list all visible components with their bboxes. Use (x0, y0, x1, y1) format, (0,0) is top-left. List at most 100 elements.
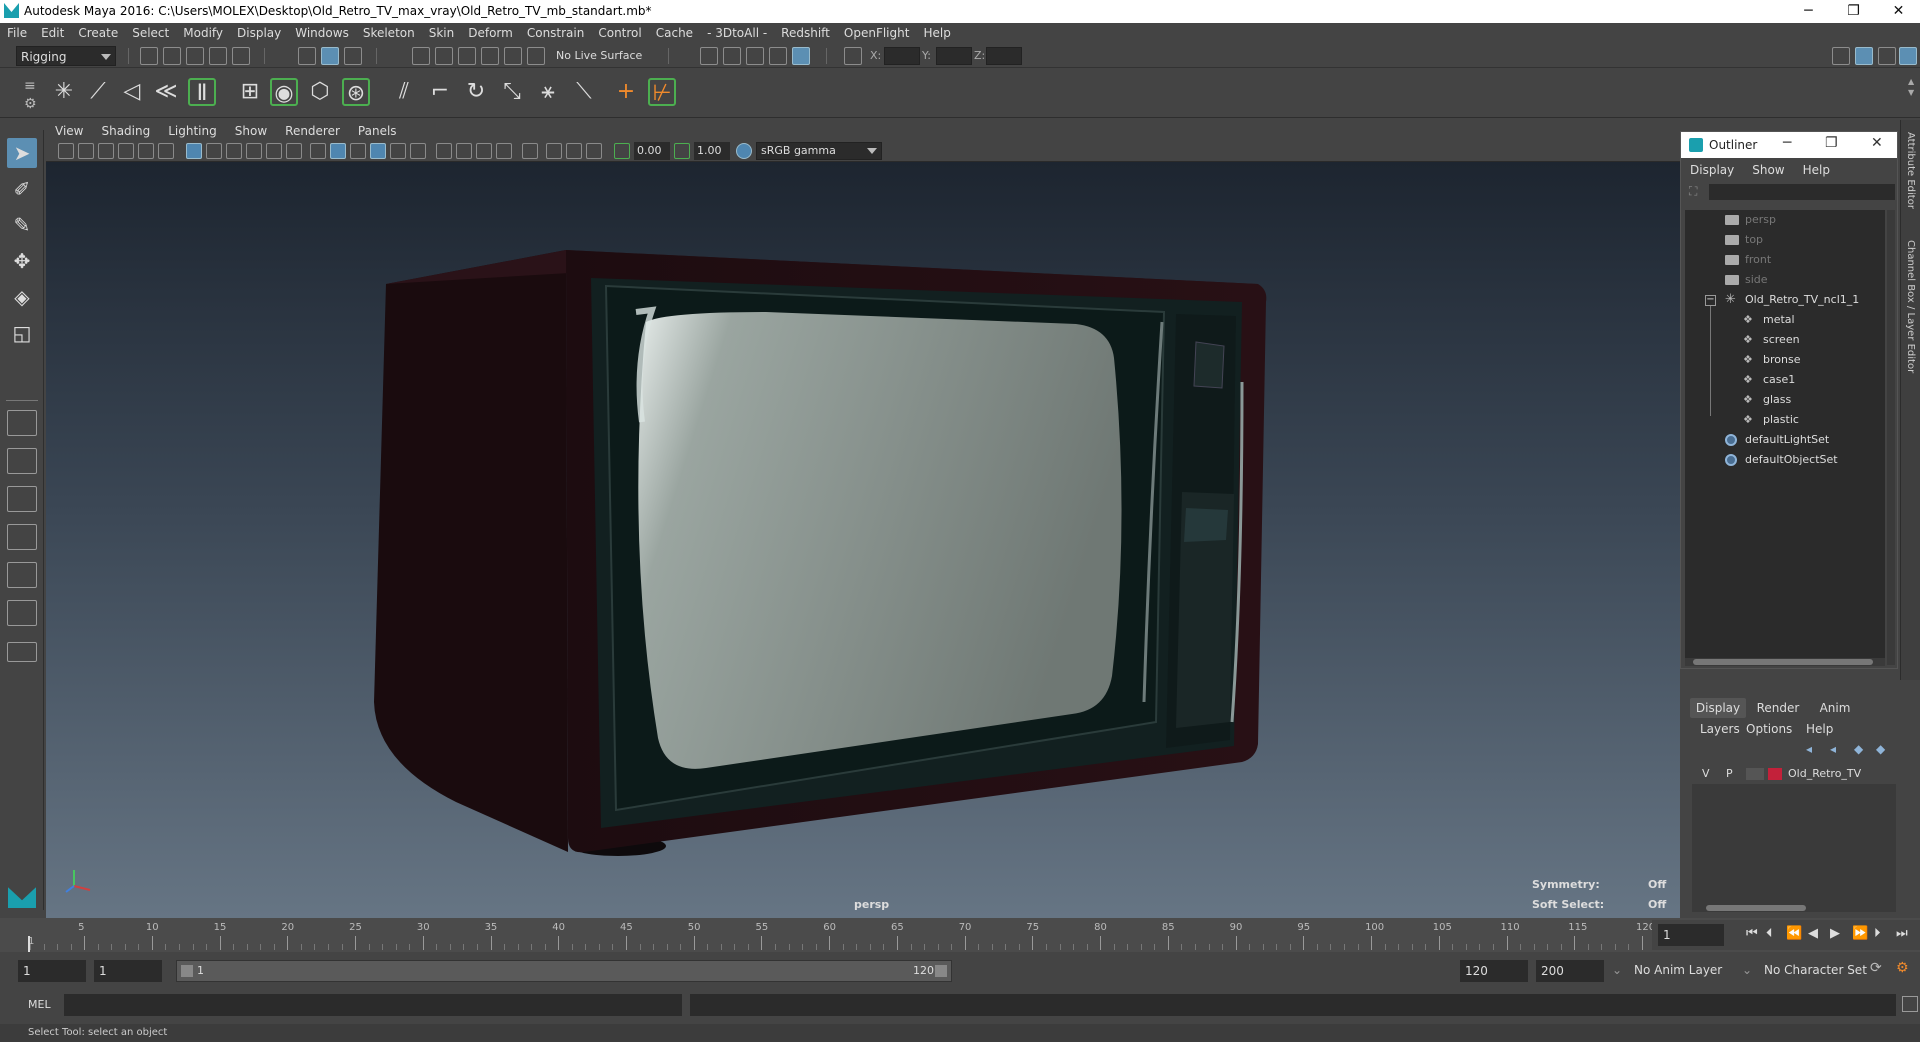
bookmark-icon[interactable] (98, 143, 114, 159)
shelf-scroll-icon[interactable]: ▲ ▼ (1908, 76, 1918, 110)
scroll-thumb[interactable] (1706, 905, 1806, 911)
exposure-icon[interactable] (614, 143, 630, 159)
outliner-item-side[interactable]: side (1685, 270, 1881, 290)
resolution-gate-icon[interactable] (226, 143, 242, 159)
layer-menu-layers[interactable]: Layers (1700, 722, 1740, 736)
render-settings-icon[interactable] (769, 47, 787, 65)
snap-curve-icon[interactable] (435, 47, 453, 65)
viewport-menu-show[interactable]: Show (226, 122, 276, 140)
range-start-handle[interactable] (181, 965, 193, 977)
exposure-input[interactable]: 0.00 (634, 142, 670, 160)
insert-joint-icon[interactable]: ⟋ (84, 78, 112, 106)
shadows-icon[interactable] (410, 143, 426, 159)
outliner-item-metal[interactable]: ❖ metal (1685, 310, 1881, 330)
snap-magnet-icon[interactable] (527, 47, 545, 65)
lasso-tool-icon[interactable]: ✐ (7, 174, 37, 204)
outliner-minimize-button[interactable]: ─ (1783, 135, 1791, 151)
filter-icon[interactable]: ⛶ (1689, 184, 1697, 199)
viewport-menu-shading[interactable]: Shading (92, 122, 159, 140)
locator-icon[interactable]: + (612, 78, 640, 106)
collapse-toggle-icon[interactable]: − (1705, 295, 1716, 306)
create-joints-icon[interactable]: ✳ (50, 78, 78, 106)
time-slider[interactable]: 1 5 10 15 20 25 30 35 40 45 50 55 60 65 70 75 80 85 90 95 1… (0, 918, 1920, 952)
modeling-toolkit-icon[interactable] (1832, 47, 1850, 65)
outliner-close-button[interactable]: ✕ (1871, 135, 1883, 151)
menu-redshift[interactable]: Redshift (774, 23, 837, 44)
layer-menu-help[interactable]: Help (1806, 722, 1833, 736)
point-constraint-icon[interactable]: ⌐ (426, 78, 454, 106)
transform-mode-icon[interactable] (844, 47, 862, 65)
save-scene-icon[interactable] (186, 47, 204, 65)
paint-select-tool-icon[interactable]: ✎ (7, 210, 37, 240)
lattice-icon[interactable]: ⬡ (306, 78, 334, 106)
shelf-menu-icon[interactable]: ≡ (24, 78, 36, 94)
side-by-side-layout-icon[interactable] (7, 486, 37, 512)
textured-icon[interactable] (370, 143, 386, 159)
layout-options-icon[interactable] (7, 642, 37, 662)
new-scene-icon[interactable] (140, 47, 158, 65)
step-forward-frame-icon[interactable]: ⏵ (1874, 926, 1881, 941)
attribute-editor-tab[interactable]: Attribute Editor (1905, 132, 1916, 209)
new-layer-selected-icon[interactable]: ◆ (1876, 742, 1885, 756)
viewport-menu-renderer[interactable]: Renderer (276, 122, 349, 140)
menu-constrain[interactable]: Constrain (520, 23, 592, 44)
depth-of-field-icon[interactable] (496, 143, 512, 159)
outliner-restore-button[interactable]: ❐ (1825, 135, 1838, 151)
outliner-menu-show[interactable]: Show (1743, 160, 1793, 180)
menu-3dtoall[interactable]: - 3DtoAll - (700, 23, 774, 44)
step-back-frame-icon[interactable]: ⏴ (1766, 926, 1773, 941)
anim-layer-dropdown[interactable]: No Anim Layer (1634, 963, 1722, 977)
multisample-aa-icon[interactable] (476, 143, 492, 159)
move-tool-icon[interactable]: ✥ (7, 246, 37, 276)
current-frame-input[interactable]: 1 (1658, 924, 1724, 946)
close-button[interactable]: ✕ (1876, 0, 1920, 23)
snap-view-plane-icon[interactable] (481, 47, 499, 65)
move-layer-down-icon[interactable]: ◂ (1830, 742, 1836, 756)
menu-windows[interactable]: Windows (288, 23, 356, 44)
viewport-menu-lighting[interactable]: Lighting (159, 122, 226, 140)
ik-spline-icon[interactable]: ≪ (152, 78, 180, 106)
outliner-item-screen[interactable]: ❖ screen (1685, 330, 1881, 350)
menu-openflight[interactable]: OpenFlight (837, 23, 917, 44)
motion-blur-icon[interactable] (456, 143, 472, 159)
menu-file[interactable]: File (0, 23, 34, 44)
outliner-item-old-retro-tv-group[interactable]: − ✳ Old_Retro_TV_ncl1_1 (1685, 290, 1881, 310)
select-component-icon[interactable] (344, 47, 362, 65)
menu-skeleton[interactable]: Skeleton (356, 23, 422, 44)
outliner-vertical-scrollbar[interactable] (1887, 210, 1895, 665)
step-forward-key-icon[interactable]: ⏩ (1852, 926, 1868, 941)
gamma-icon[interactable] (674, 143, 690, 159)
menu-select[interactable]: Select (125, 23, 176, 44)
viewport-menu-panels[interactable]: Panels (349, 122, 406, 140)
pole-vector-icon[interactable]: ⟍ (570, 78, 598, 106)
play-forwards-icon[interactable]: ▶ (1830, 926, 1840, 941)
use-all-lights-icon[interactable] (390, 143, 406, 159)
outliner-item-default-light-set[interactable]: defaultLightSet (1685, 430, 1881, 450)
hik-icon[interactable]: ⊬ (648, 78, 676, 106)
redo-icon[interactable] (232, 47, 250, 65)
animation-end-input[interactable]: 200 (1536, 960, 1604, 982)
go-to-start-icon[interactable]: ⏮ (1746, 926, 1758, 941)
menu-edit[interactable]: Edit (34, 23, 71, 44)
render-sequence-icon[interactable] (723, 47, 741, 65)
layer-color-swatch[interactable] (1768, 768, 1782, 780)
command-input[interactable] (64, 994, 682, 1016)
parent-constraint-icon[interactable]: ⫽ (390, 78, 418, 106)
playback-end-input[interactable]: 120 (1460, 960, 1528, 982)
four-view-layout-icon[interactable] (7, 448, 37, 474)
outliner-persp-layout-icon[interactable] (7, 600, 37, 626)
select-camera-icon[interactable] (58, 143, 74, 159)
quick-rig-icon[interactable]: Ⅱ (188, 78, 216, 106)
outliner-item-top[interactable]: top (1685, 230, 1881, 250)
2d-pan-zoom-icon[interactable] (138, 143, 154, 159)
outliner-item-glass[interactable]: ❖ glass (1685, 390, 1881, 410)
xray-joints-icon[interactable] (566, 143, 582, 159)
layer-tab-anim[interactable]: Anim (1810, 698, 1860, 718)
select-object-icon[interactable] (321, 47, 339, 65)
menu-create[interactable]: Create (71, 23, 125, 44)
undo-icon[interactable] (209, 47, 227, 65)
layer-horizontal-scrollbar[interactable] (1692, 904, 1896, 912)
colorspace-dropdown[interactable]: sRGB gamma (756, 142, 882, 160)
outliner-item-persp[interactable]: persp (1685, 210, 1881, 230)
snap-live-icon[interactable] (504, 47, 522, 65)
